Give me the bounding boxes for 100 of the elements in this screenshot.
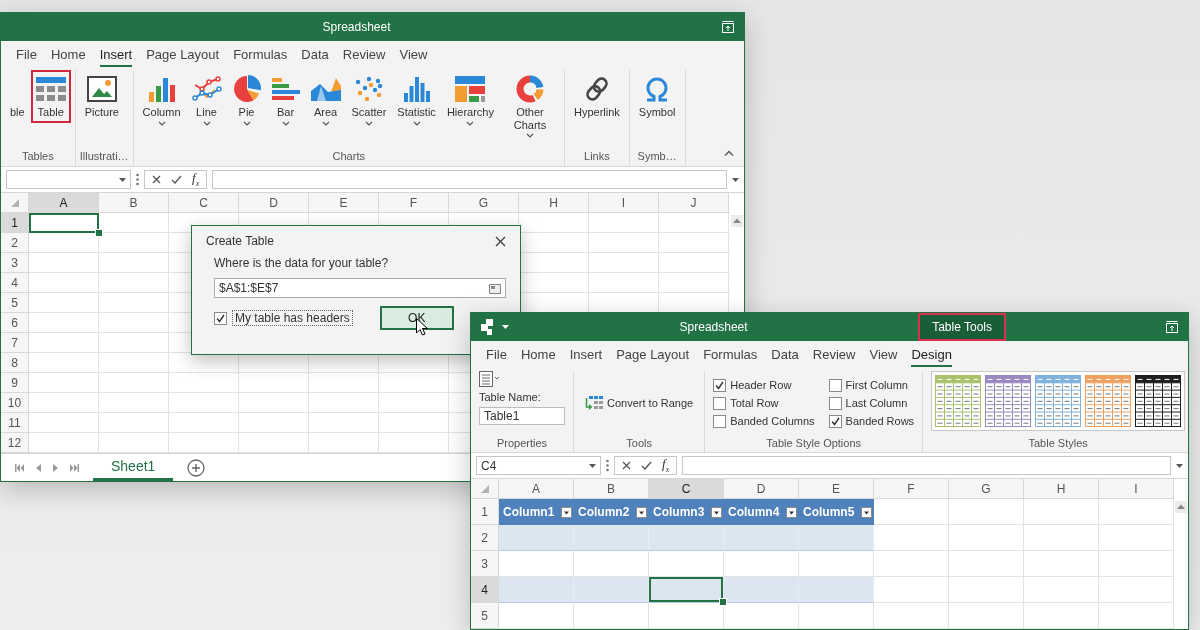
- ribbon-button[interactable]: ble: [5, 70, 30, 123]
- check-icon[interactable]: [641, 461, 652, 470]
- restore-icon[interactable]: [722, 21, 734, 33]
- table-style-thumbnail[interactable]: [1135, 375, 1182, 427]
- scroll-up-icon[interactable]: [731, 215, 743, 227]
- letter-header[interactable]: A: [29, 193, 99, 213]
- letter-header[interactable]: G: [449, 193, 519, 213]
- next-icon[interactable]: [53, 463, 58, 472]
- insert-function-button[interactable]: f$_{x}$: [662, 457, 670, 474]
- hierarchy-chart-button[interactable]: Hierarchy: [441, 70, 499, 130]
- ribbon-button[interactable]: Convert to Range: [582, 393, 697, 413]
- checkbox[interactable]: [828, 414, 842, 428]
- add-icon[interactable]: [187, 458, 206, 477]
- ribbon-tab[interactable]: Formulas: [703, 343, 758, 367]
- table-style-thumbnail[interactable]: [985, 375, 1032, 427]
- table-style-thumbnail[interactable]: [1035, 375, 1082, 427]
- table-button[interactable]: Table: [30, 70, 71, 123]
- row-number[interactable]: 4: [471, 577, 499, 603]
- checkbox[interactable]: [828, 396, 842, 410]
- range-picker-icon[interactable]: [489, 282, 501, 294]
- grip-icon[interactable]: [136, 173, 139, 186]
- restore-icon[interactable]: [1166, 321, 1178, 333]
- letter-header[interactable]: I: [1099, 479, 1174, 499]
- checkbox[interactable]: [214, 311, 227, 325]
- hyperlink-button[interactable]: Hyperlink: [568, 70, 625, 123]
- row-number[interactable]: 1: [1, 213, 29, 233]
- letter-header[interactable]: D: [724, 479, 799, 499]
- letter-header[interactable]: C: [169, 193, 239, 213]
- grip-icon[interactable]: [606, 459, 609, 472]
- letter-header[interactable]: F: [379, 193, 449, 213]
- ribbon-tab[interactable]: Insert: [569, 343, 603, 367]
- ribbon-tab[interactable]: Data: [301, 43, 329, 67]
- last-icon[interactable]: [70, 463, 79, 472]
- filter-button[interactable]: [786, 506, 797, 518]
- caret-icon[interactable]: [502, 325, 509, 329]
- row-number[interactable]: 5: [471, 603, 499, 629]
- collapse-icon[interactable]: [724, 150, 734, 156]
- letter-header[interactable]: I: [589, 193, 659, 213]
- close-icon[interactable]: [495, 235, 506, 247]
- table-style-thumbnail[interactable]: [935, 375, 982, 427]
- ribbon-tab[interactable]: Home: [50, 43, 86, 67]
- letter-header[interactable]: F: [874, 479, 949, 499]
- name-box[interactable]: C4: [476, 456, 601, 475]
- filter-button[interactable]: [711, 506, 722, 518]
- fill-handle[interactable]: [95, 229, 103, 237]
- column-chart-button[interactable]: Column: [137, 70, 186, 130]
- bar-chart-button[interactable]: Bar: [266, 70, 305, 130]
- ribbon-tab[interactable]: File: [486, 343, 507, 367]
- checkbox[interactable]: [713, 378, 727, 392]
- ribbon-tab[interactable]: File: [16, 43, 37, 67]
- caret-icon[interactable]: [732, 177, 739, 182]
- row-number[interactable]: 3: [471, 551, 499, 577]
- ribbon-tab[interactable]: Home: [520, 343, 556, 367]
- row-number[interactable]: 5: [1, 293, 29, 313]
- ribbon-tab[interactable]: View: [869, 343, 898, 367]
- filter-button[interactable]: [636, 506, 647, 518]
- letter-header[interactable]: B: [574, 479, 649, 499]
- letter-header[interactable]: H: [1024, 479, 1099, 499]
- checkbox[interactable]: [713, 414, 727, 428]
- row-number[interactable]: 12: [1, 433, 29, 453]
- cancel-icon[interactable]: [152, 175, 161, 184]
- cancel-icon[interactable]: [622, 461, 631, 470]
- letter-header[interactable]: J: [659, 193, 729, 213]
- letter-header[interactable]: A: [499, 479, 574, 499]
- row-number[interactable]: 9: [1, 373, 29, 393]
- selected-cell[interactable]: [649, 577, 724, 603]
- scroll-up-icon[interactable]: [1175, 501, 1187, 513]
- letter-header[interactable]: D: [239, 193, 309, 213]
- filter-button[interactable]: [861, 506, 872, 518]
- letter-header[interactable]: C: [649, 479, 724, 499]
- check-icon[interactable]: [171, 175, 182, 184]
- area-chart-button[interactable]: Area: [305, 70, 346, 130]
- letter-header[interactable]: H: [519, 193, 589, 213]
- caret-icon[interactable]: [1176, 463, 1183, 468]
- ribbon-tab[interactable]: Review: [342, 43, 386, 67]
- insert-function-button[interactable]: f$_{x}$: [192, 171, 200, 188]
- picture-button[interactable]: Picture: [79, 70, 124, 123]
- table-style-thumbnail[interactable]: [1085, 375, 1132, 427]
- previous-icon[interactable]: [36, 463, 41, 472]
- formula-field[interactable]: [682, 456, 1171, 475]
- ribbon-tab[interactable]: Page Layout: [146, 43, 220, 67]
- caret-icon[interactable]: [589, 463, 596, 468]
- row-number[interactable]: 6: [1, 313, 29, 333]
- formula-field[interactable]: [212, 170, 727, 189]
- letter-header[interactable]: G: [949, 479, 1024, 499]
- row-number[interactable]: 7: [1, 333, 29, 353]
- row-number[interactable]: 2: [1, 233, 29, 253]
- symbol-button[interactable]: Symbol: [633, 70, 681, 123]
- row-number[interactable]: 8: [1, 353, 29, 373]
- ribbon-tab[interactable]: Data: [771, 343, 799, 367]
- scatter-chart-button[interactable]: Scatter: [346, 70, 392, 130]
- checkbox[interactable]: [828, 378, 842, 392]
- letter-header[interactable]: B: [99, 193, 169, 213]
- line-chart-button[interactable]: Line: [186, 70, 227, 130]
- ribbon-tab[interactable]: Review: [812, 343, 856, 367]
- row-number[interactable]: 2: [471, 525, 499, 551]
- row-number[interactable]: 11: [1, 413, 29, 433]
- filter-button[interactable]: [561, 506, 572, 518]
- table-name-field[interactable]: Table1: [479, 407, 565, 425]
- row-number[interactable]: 3: [1, 253, 29, 273]
